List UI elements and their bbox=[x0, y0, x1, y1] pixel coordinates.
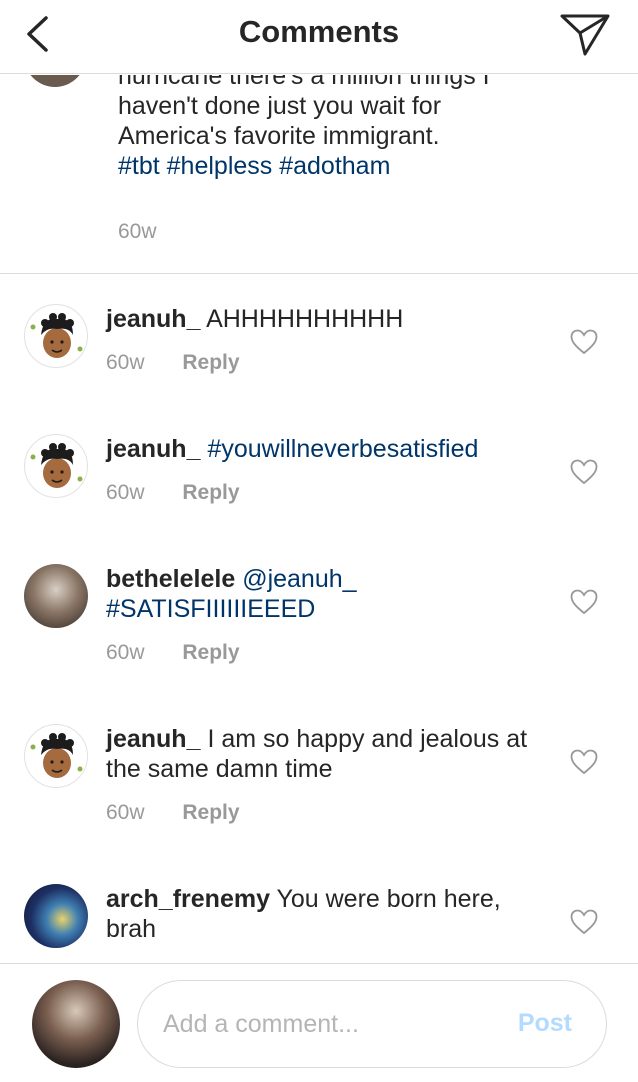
comment-meta: 60w Reply bbox=[106, 641, 240, 665]
avatar[interactable] bbox=[24, 434, 88, 498]
comment-text: bethelelele @jeanuh_ #SATISFIIIIIIEEED bbox=[106, 564, 546, 624]
caption-line: America's favorite immigrant. bbox=[118, 122, 440, 150]
caption-hashtags[interactable]: #tbt #helpless #adotham bbox=[118, 151, 618, 181]
comment-hashtag[interactable]: #SATISFIIIIIIEEED bbox=[106, 595, 315, 623]
comment-meta: 60w Reply bbox=[106, 801, 240, 825]
comment-text: jeanuh_ AHHHHHHHHHH bbox=[106, 304, 546, 334]
comment-username[interactable]: jeanuh_ bbox=[106, 725, 200, 753]
reply-button[interactable]: Reply bbox=[182, 351, 239, 374]
comment-body: AHHHHHHHHHH bbox=[206, 305, 404, 333]
comment-text: jeanuh_ I am so happy and jealous at the… bbox=[106, 724, 546, 784]
header-bar: Comments bbox=[0, 0, 638, 74]
heart-outline-icon[interactable] bbox=[570, 329, 598, 355]
reply-button[interactable]: Reply bbox=[182, 481, 239, 504]
cartoon-face-icon bbox=[30, 443, 83, 488]
heart-outline-icon[interactable] bbox=[570, 749, 598, 775]
comment-meta: 60w Reply bbox=[106, 481, 240, 505]
comment-timestamp: 60w bbox=[106, 351, 145, 374]
avatar[interactable] bbox=[24, 564, 88, 628]
current-user-avatar bbox=[32, 980, 120, 1068]
comment-input[interactable] bbox=[163, 1001, 503, 1047]
comment-timestamp: 60w bbox=[106, 801, 145, 824]
comment-mention[interactable]: @jeanuh_ bbox=[242, 565, 356, 593]
reply-button[interactable]: Reply bbox=[182, 641, 239, 664]
comment-composer: Post bbox=[0, 963, 638, 1082]
comment-hashtag[interactable]: #youwillneverbesatisfied bbox=[207, 435, 478, 463]
page-title: Comments bbox=[238, 14, 400, 49]
post-button[interactable]: Post bbox=[518, 1009, 572, 1038]
comment-username[interactable]: jeanuh_ bbox=[106, 435, 200, 463]
caption-timestamp: 60w bbox=[118, 220, 157, 243]
caption-line: hurricane there's a million things I bbox=[118, 75, 490, 90]
comments-list[interactable]: public look at these eyes of a hurricane… bbox=[0, 75, 638, 963]
avatar[interactable] bbox=[24, 304, 88, 368]
heart-outline-icon[interactable] bbox=[570, 589, 598, 615]
heart-outline-icon[interactable] bbox=[570, 459, 598, 485]
avatar[interactable] bbox=[24, 724, 88, 788]
caption-author-avatar[interactable] bbox=[24, 75, 86, 87]
comment-input-container[interactable]: Post bbox=[137, 980, 607, 1068]
caption-line: haven't done just you wait for bbox=[118, 92, 442, 120]
divider bbox=[0, 273, 638, 274]
comment-username[interactable]: jeanuh_ bbox=[106, 305, 200, 333]
comment-text: arch_frenemy You were born here, brah bbox=[106, 884, 546, 944]
comment-text: jeanuh_ #youwillneverbesatisfied bbox=[106, 434, 546, 464]
cartoon-face-icon bbox=[30, 733, 83, 778]
comment-meta: 60w Reply bbox=[106, 351, 240, 375]
reply-button[interactable]: Reply bbox=[182, 801, 239, 824]
comment-username[interactable]: bethelelele bbox=[106, 565, 235, 593]
heart-outline-icon[interactable] bbox=[570, 909, 598, 935]
comment-username[interactable]: arch_frenemy bbox=[106, 885, 270, 913]
comment-timestamp: 60w bbox=[106, 481, 145, 504]
paper-plane-icon[interactable] bbox=[558, 10, 612, 58]
post-caption: public look at these eyes of a hurricane… bbox=[118, 75, 618, 181]
comment-timestamp: 60w bbox=[106, 641, 145, 664]
avatar[interactable] bbox=[24, 884, 88, 948]
cartoon-face-icon bbox=[30, 313, 83, 358]
